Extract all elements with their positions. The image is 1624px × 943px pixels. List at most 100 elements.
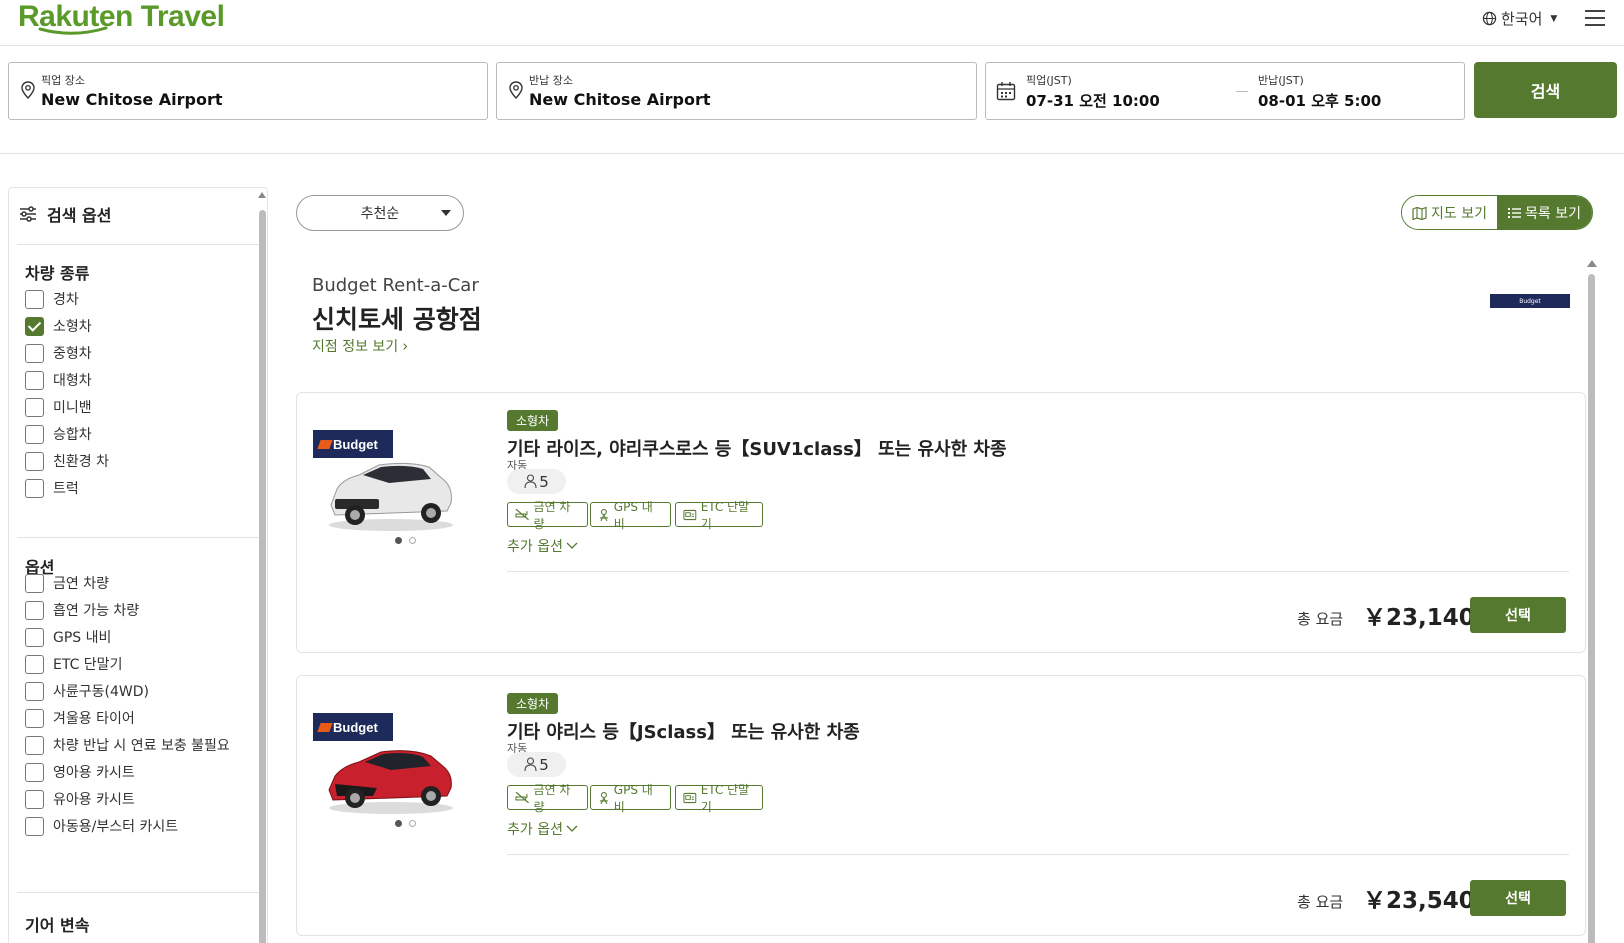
image-carousel-dots[interactable] (395, 820, 416, 827)
chevron-down-icon (566, 542, 578, 549)
checkbox[interactable] (25, 289, 44, 309)
language-selector[interactable]: 한국어 ▼ (1482, 8, 1557, 29)
filter-checkbox-row[interactable]: ETC 단말기 (25, 654, 122, 674)
shop-info-link[interactable]: 지점 정보 보기 › (312, 336, 408, 356)
location-pin-icon (21, 81, 35, 99)
filter-checkbox-row[interactable]: 유아용 카시트 (25, 789, 135, 809)
scrollbar-thumb[interactable] (1588, 274, 1595, 943)
map-view-label: 지도 보기 (1431, 205, 1487, 222)
checkbox[interactable] (25, 789, 44, 809)
date-time-field[interactable]: 픽업(JST) 07-31 오전 10:00 반납(JST) 08-01 오후 … (985, 62, 1465, 120)
budget-logo: Budget (313, 713, 393, 741)
filter-checkbox-row[interactable]: 겨울용 타이어 (25, 708, 135, 728)
select-button[interactable]: 선택 (1470, 597, 1566, 633)
checkbox[interactable] (25, 681, 44, 701)
filter-checkbox-row[interactable]: 영아용 카시트 (25, 762, 135, 782)
carousel-dot[interactable] (409, 820, 416, 827)
date-separator (1236, 91, 1248, 92)
scroll-up-icon[interactable] (1587, 260, 1597, 267)
hamburger-menu-icon[interactable] (1585, 10, 1605, 26)
filter-checkbox-row[interactable]: 중형차 (25, 343, 92, 363)
map-view-button[interactable]: 지도 보기 (1402, 196, 1497, 229)
budget-logo: Budget (1490, 294, 1570, 308)
checkbox[interactable] (25, 708, 44, 728)
checkbox[interactable] (25, 762, 44, 782)
total-price: ￥23,140 (1363, 605, 1475, 631)
vehicle-type-title: 차량 종류 (25, 264, 90, 283)
checkbox-label: 친환경 차 (53, 454, 109, 470)
more-options-toggle[interactable]: 추가 옵션 (507, 819, 578, 839)
checkbox-label: 흡연 가능 차량 (53, 603, 140, 619)
select-button[interactable]: 선택 (1470, 880, 1566, 916)
divider (507, 571, 1569, 572)
return-time-value: 08-01 오후 5:00 (1258, 92, 1382, 110)
filter-checkbox-row[interactable]: 흡연 가능 차량 (25, 600, 139, 620)
main-scrollbar[interactable] (1586, 260, 1598, 943)
checkbox[interactable] (25, 451, 44, 471)
filter-checkbox-row[interactable]: 금연 차량 (25, 573, 109, 593)
scrollbar-thumb[interactable] (259, 210, 266, 943)
return-location-value: New Chitose Airport (529, 90, 711, 109)
checkbox-label: 트럭 (53, 481, 79, 497)
image-carousel-dots[interactable] (395, 537, 416, 544)
return-location-field[interactable]: 반납 장소 New Chitose Airport (496, 62, 977, 120)
map-icon (1412, 206, 1427, 220)
return-time-label: 반납(JST) (1258, 74, 1304, 87)
caret-down-icon (441, 210, 451, 216)
etc-card-icon (683, 509, 697, 520)
checkbox[interactable] (25, 654, 44, 674)
filter-checkbox-row[interactable]: 차량 반납 시 연료 보충 불필요 (25, 735, 230, 755)
carousel-dot-active[interactable] (395, 820, 402, 827)
vehicle-class-badge: 소형차 (507, 410, 559, 431)
checkbox-label: 미니밴 (53, 400, 92, 416)
more-options-label: 추가 옵션 (507, 539, 563, 555)
checkbox[interactable] (25, 397, 44, 417)
gps-navigation-icon (599, 508, 608, 521)
checkbox-label: GPS 내비 (53, 630, 112, 646)
checkbox[interactable] (25, 735, 44, 755)
sidebar-scrollbar[interactable] (257, 188, 267, 943)
checkbox[interactable] (25, 478, 44, 498)
checkbox-checked[interactable] (25, 316, 44, 336)
pickup-location-field[interactable]: 픽업 장소 New Chitose Airport (8, 62, 488, 120)
feature-label: 금연 차량 (533, 499, 571, 531)
checkbox[interactable] (25, 343, 44, 363)
checkbox[interactable] (25, 370, 44, 390)
etc-card-icon (683, 792, 697, 803)
seat-capacity: 5 (507, 469, 566, 494)
checkbox[interactable] (25, 573, 44, 593)
carousel-dot[interactable] (409, 537, 416, 544)
filter-checkbox-row[interactable]: 대형차 (25, 370, 92, 390)
checkbox[interactable] (25, 627, 44, 647)
filter-checkbox-row[interactable]: 미니밴 (25, 397, 92, 417)
filter-checkbox-row[interactable]: 사륜구동(4WD) (25, 681, 149, 701)
search-button[interactable]: 검색 (1474, 62, 1617, 118)
more-options-label: 추가 옵션 (507, 822, 563, 838)
checkbox[interactable] (25, 816, 44, 836)
list-view-label: 목록 보기 (1525, 205, 1581, 222)
checkbox[interactable] (25, 424, 44, 444)
divider (17, 892, 263, 893)
car-image (329, 462, 453, 531)
shop-name: 신치토세 공항점 (312, 305, 482, 334)
checkbox[interactable] (25, 600, 44, 620)
filter-checkbox-row[interactable]: 경차 (25, 289, 79, 309)
seat-capacity: 5 (507, 752, 566, 777)
filter-checkbox-row[interactable]: 소형차 (25, 316, 92, 336)
scroll-up-icon[interactable] (258, 192, 266, 198)
return-location-label: 반납 장소 (529, 74, 573, 87)
total-price-label: 총 요금 (1297, 610, 1344, 628)
carousel-dot-active[interactable] (395, 537, 402, 544)
shop-brand: Budget Rent-a-Car (312, 275, 479, 296)
transmission-title: 기어 변속 (25, 916, 90, 935)
filter-checkbox-row[interactable]: 승합차 (25, 424, 92, 444)
filter-checkbox-row[interactable]: 친환경 차 (25, 451, 109, 471)
feature-label: ETC 단말기 (700, 782, 750, 814)
filter-checkbox-row[interactable]: 트럭 (25, 478, 79, 498)
filter-checkbox-row[interactable]: 아동용/부스터 카시트 (25, 816, 178, 836)
sort-dropdown[interactable]: 추천순 (296, 195, 464, 231)
filter-checkbox-row[interactable]: GPS 내비 (25, 627, 111, 647)
list-view-button[interactable]: 목록 보기 (1497, 196, 1592, 229)
more-options-toggle[interactable]: 추가 옵션 (507, 536, 578, 556)
checkbox-label: 사륜구동(4WD) (53, 684, 149, 700)
